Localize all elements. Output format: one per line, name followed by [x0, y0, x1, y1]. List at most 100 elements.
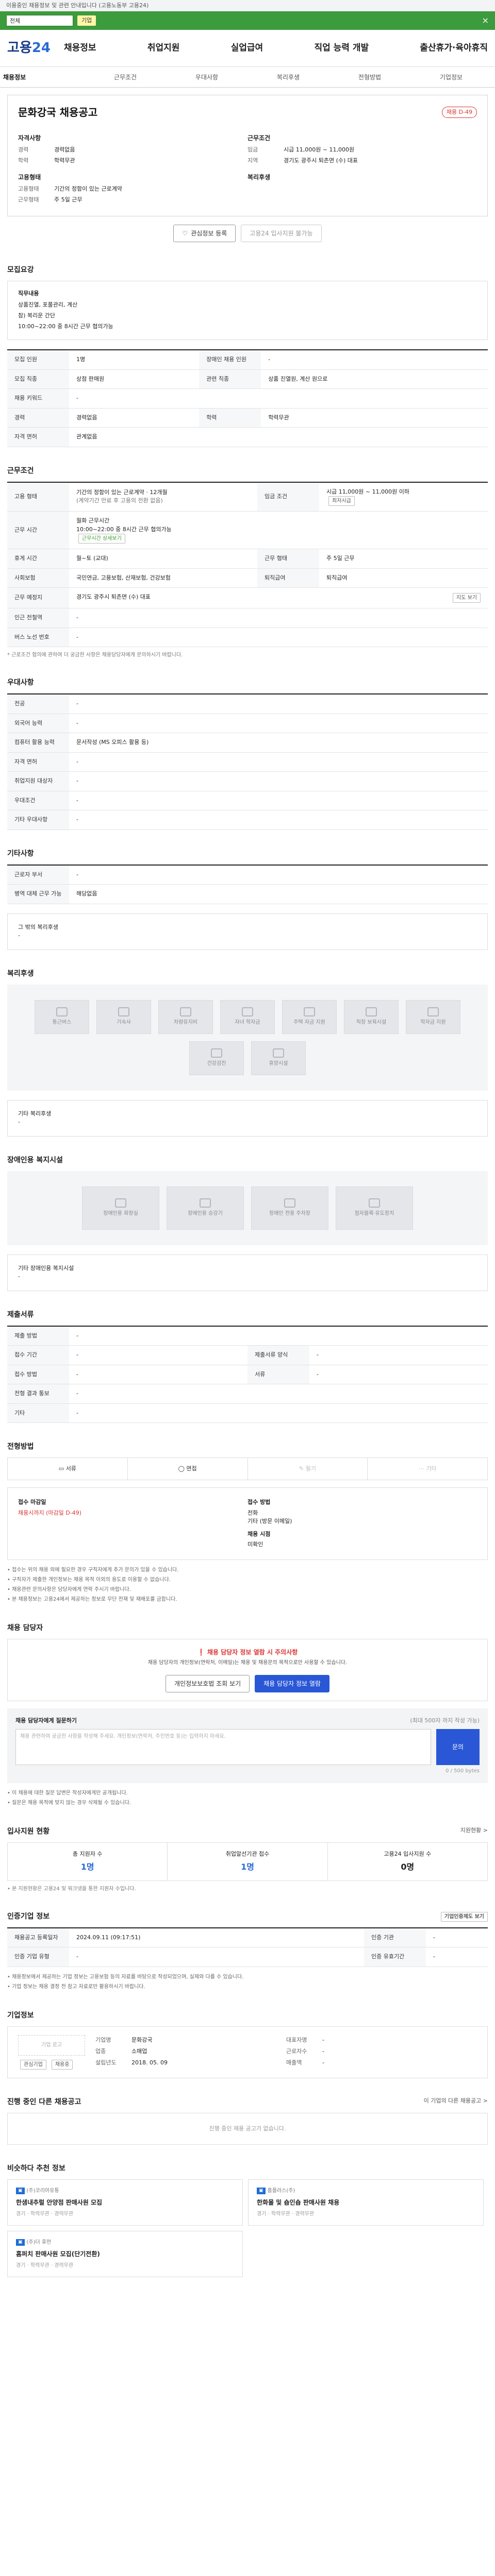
- top-notice-bar: 이용중인 채용정보 및 관련 안내입니다 (고용노동부 고용24): [0, 0, 495, 11]
- td: -: [261, 350, 488, 370]
- td: 관계없음: [69, 427, 488, 447]
- tab-company[interactable]: 기업정보: [410, 73, 492, 82]
- facility-item-label: 장애인용 승강기: [188, 1211, 223, 1217]
- view-manager-button[interactable]: 채용 담당자 정보 열람: [255, 1674, 329, 1692]
- inquiry-submit-button[interactable]: 문의: [436, 1729, 480, 1766]
- kv-key: 경력: [18, 146, 29, 153]
- table-row: 인증 기업 유형 - 인증 유효기간 -: [7, 1947, 488, 1967]
- section-title: 근무조건: [7, 466, 34, 475]
- th: 근무 형태: [257, 549, 320, 569]
- facility-item-label: 장애인용 화장실: [103, 1211, 138, 1217]
- company-badge-icon: ▣: [16, 2239, 25, 2246]
- table-row: 근무 예정지 경기도 광주시 퇴촌면 (수) 대표 지도 보기: [7, 587, 488, 609]
- search-category-select[interactable]: 전체: [6, 15, 73, 26]
- interest-button[interactable]: ♡ 관심정보 등록: [173, 224, 236, 242]
- table-row: 전공 -: [7, 694, 488, 714]
- selection-notes: • 접수는 위의 채용 외에 필요한 경우 구직자에게 추가 문의가 있을 수 …: [7, 1565, 488, 1604]
- close-icon[interactable]: ×: [482, 14, 489, 27]
- status-link[interactable]: 지원현황 >: [460, 1826, 488, 1837]
- search-tag[interactable]: 기업: [77, 15, 96, 26]
- kv-key: 학력: [18, 157, 29, 164]
- apply-button[interactable]: 고용24 입사지원 불가능: [241, 224, 322, 242]
- child-icon: [242, 1007, 253, 1017]
- resort-icon: [273, 1048, 284, 1058]
- stat-label: 취업알선기관 접수: [225, 1851, 270, 1858]
- th: 인증 기관: [364, 1927, 426, 1948]
- note-line: • 접수는 위의 채용 외에 필요한 경우 구직자에게 추가 문의가 있을 수 …: [7, 1567, 179, 1573]
- status-stats: 총 지원자 수 1명 취업알선기관 접수 1명 고용24 입사지원 수 0명: [7, 1842, 488, 1881]
- tab-conditions[interactable]: 근무조건: [85, 73, 166, 82]
- braille-icon: [369, 1198, 380, 1208]
- th: 인증 유효기간: [364, 1947, 426, 1967]
- recommend-card[interactable]: ▣ (주)코리아유통 한샘내추럴 안양점 판매사원 모집 경기 · 학력무관 · …: [7, 2179, 243, 2226]
- disability-etc-value: -: [18, 1273, 20, 1280]
- recruit-summary-section: 모집요강 직무내용 상품진열, 포풀관리, 계산 참) 복리운 간단 10:00…: [7, 265, 488, 447]
- th: 채용 키워드: [7, 388, 69, 409]
- map-button[interactable]: 지도 보기: [453, 593, 481, 603]
- tab-preferences[interactable]: 우대사항: [166, 73, 248, 82]
- note-line: • 기업 정보는 채용 결정 전 참고 자료로만 활용하시기 바랍니다.: [7, 1984, 145, 1990]
- td: -: [69, 771, 488, 791]
- recruit-table: 모집 인원 1명 장애인 채용 인원 - 모집 직종 상점 판매원 관련 직종 상품 진열원…: [7, 349, 488, 447]
- section-title: 진행 중인 다른 채용공고: [7, 2097, 81, 2106]
- inquiry-box: 채용 담당자에게 질문하기 (최대 500자 까지 작성 가능) 채용 관련하여…: [7, 1708, 488, 1784]
- related-link[interactable]: 이 기업의 다른 채용공고 >: [424, 2097, 488, 2108]
- gnb-item-jobs[interactable]: 채용정보: [64, 42, 96, 55]
- th: 경력: [7, 408, 69, 428]
- gnb-item-leave[interactable]: 출산휴가·육아휴직: [420, 42, 488, 55]
- welfare-icon-panel: 통근버스 기숙사 차량유지비 자녀 학자금 주택 자금 지원 직장 보육시설 학…: [7, 984, 488, 1091]
- disability-section: 장애인용 복지시설 장애인용 화장실 장애인용 승강기 장애인 전용 주차장 점…: [7, 1155, 488, 1291]
- gnb-item-training[interactable]: 직업 능력 개발: [314, 42, 369, 55]
- th: 제출 방법: [7, 1326, 69, 1346]
- kv-value: 문화강국: [131, 2036, 153, 2043]
- table-row: 접수 기간 - 제출서류 양식 -: [7, 1345, 488, 1365]
- company-interest-button[interactable]: 관심기업: [20, 2059, 46, 2070]
- table-row: 전형 결과 통보 -: [7, 1384, 488, 1404]
- cert-info-button[interactable]: 기업인증제도 보기: [440, 1911, 488, 1922]
- note-line: • 본 채용정보는 고용24에서 제공하는 정보로 무단 전재 및 재배포를 금…: [7, 1596, 177, 1602]
- hours-line: 10:00~22:00 중 8시간 근무 협의가능: [76, 526, 172, 533]
- gnb-item-unemployment-benefit[interactable]: 실업급여: [231, 42, 263, 55]
- warn-title: 채용 담당자 정보 열람 시 주의사항: [207, 1648, 298, 1656]
- facility-item-label: 점자블록·유도장치: [354, 1211, 394, 1217]
- conditions-note: * 근로조건 협의에 관하여 더 궁금한 사항은 채용담당자에게 문의하시기 바…: [7, 652, 183, 658]
- job-description-box: 직무내용 상품진열, 포풀관리, 계산 참) 복리운 간단 10:00~22:0…: [7, 280, 488, 341]
- th: 인근 전철역: [7, 608, 69, 628]
- company-jobs-button[interactable]: 채용중: [51, 2059, 73, 2070]
- recommend-cards: ▣ (주)코리아유통 한샘내추럴 안양점 판매사원 모집 경기 · 학력무관 · …: [7, 2179, 488, 2278]
- gnb-item-employment-support[interactable]: 취업지원: [147, 42, 180, 55]
- inquiry-textarea[interactable]: 채용 관련하여 궁금한 사항을 작성해 주세요. 개인정보(연락처, 주민번호 …: [15, 1729, 431, 1766]
- related-empty: 진행 중인 채용 공고가 없습니다.: [7, 2112, 488, 2145]
- kv-value: -: [322, 2047, 324, 2055]
- welfare-item: 주택 자금 지원: [282, 999, 337, 1034]
- heart-icon: ♡: [182, 229, 188, 237]
- privacy-law-button[interactable]: 개인정보보호법 조회 보기: [166, 1674, 250, 1692]
- recommend-card[interactable]: ▣ (주)더 휴먼 홈퍼치 판매사원 모집(단기전환) 경기 · 학력무관 · 경…: [7, 2231, 243, 2278]
- selection-step: ✎ 필기: [248, 1458, 368, 1480]
- facility-item: 장애인용 화장실: [82, 1186, 159, 1230]
- section-title: 전형방법: [7, 1443, 34, 1451]
- th: 버스 노선 번호: [7, 628, 69, 648]
- table-row: 컴퓨터 활용 능력 문서작성 (MS 오피스 활용 등): [7, 733, 488, 753]
- table-row: 근로자 부서 -: [7, 865, 488, 885]
- table-row: 모집 직종 상점 판매원 관련 직종 상품 진열원, 계산 원으로: [7, 369, 488, 389]
- site-logo[interactable]: 고용24: [7, 38, 59, 58]
- th: 근로자 부서: [7, 865, 69, 885]
- table-row: 병역 대체 근무 가능 해당없음: [7, 884, 488, 904]
- tab-job-info[interactable]: 채용정보: [3, 73, 85, 82]
- note-line: • 질문은 채용 목적에 맞지 않는 경우 삭제될 수 있습니다.: [7, 1800, 131, 1806]
- disability-etc-box: 기타 장애인용 복지시설 -: [7, 1254, 488, 1291]
- manager-actions: 개인정보보호법 조회 보기 채용 담당자 정보 열람: [16, 1667, 479, 1692]
- table-row: 기타 -: [7, 1403, 488, 1423]
- recommend-card[interactable]: ▣ 홈플러스(주) 한화몰 및 숍인숍 판매사원 채용 경기 · 학력무관 · 경…: [248, 2179, 484, 2226]
- facility-item: 장애인용 승강기: [167, 1186, 244, 1230]
- td: -: [309, 1365, 488, 1385]
- employ-type: 기간의 정함이 있는 근로계약 · 12개월: [76, 488, 168, 496]
- kv-value: 시급 11,000원 ~ 11,000원: [284, 146, 355, 153]
- section-title: 채용 담당자: [7, 1623, 43, 1632]
- section-title: 인증기업 정보: [7, 1912, 50, 1921]
- tab-selection[interactable]: 전형방법: [329, 73, 410, 82]
- tab-welfare[interactable]: 복리후생: [248, 73, 329, 82]
- hours-detail-link[interactable]: 근무시간 상세보기: [78, 534, 125, 544]
- section-title: 복리후생: [7, 969, 34, 978]
